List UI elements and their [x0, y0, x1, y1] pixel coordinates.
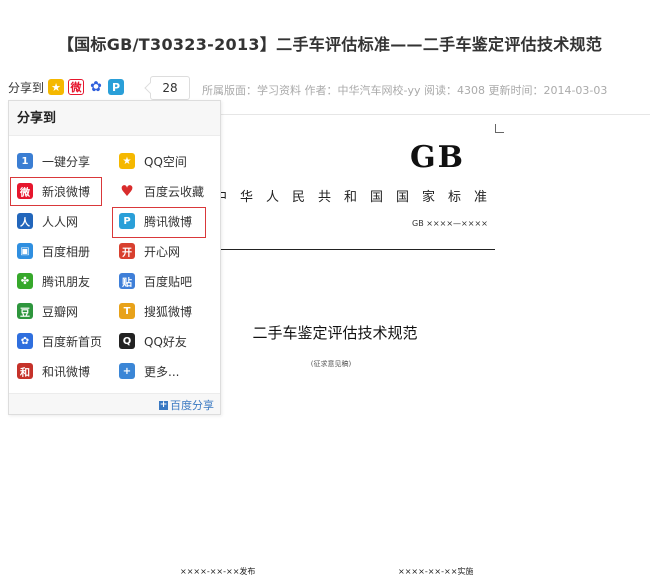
share-item-label: 更多... [144, 364, 180, 379]
share-item-baidu-album[interactable]: ▣ 百度相册 [17, 240, 90, 262]
share-item-kaixin[interactable]: 开开心网 [119, 240, 180, 262]
share-item-heart[interactable]: ♥ 百度云收藏 [119, 180, 204, 202]
share-item-qq-penguin[interactable]: Q QQ好友 [119, 330, 187, 352]
share-item-renren[interactable]: 人人人网 [17, 210, 78, 232]
share-popup: 分享到 1 一键分享微新浪微博人人人网 ▣ 百度相册 ✤ 腾讯朋友豆豆瓣网 ✿ 百度新首页和和… [8, 100, 221, 415]
implement-date: ××××-××-××实施 [398, 567, 474, 576]
article-meta: 所属版面：学习资料 作者：中华汽车网校-yy 阅读：4308 更新时间：2014… [202, 84, 608, 97]
share-item-sohu-weibo[interactable]: T 搜狐微博 [119, 300, 192, 322]
tencent-pengyou-icon: ✤ [17, 273, 33, 289]
popup-header: 分享到 [9, 101, 220, 136]
share-item-label: 一键分享 [42, 154, 91, 169]
highlight-sina-weibo [10, 177, 102, 206]
heart-icon: ♥ [120, 182, 134, 200]
sohu-weibo-icon: T [119, 303, 135, 319]
baidu-share-label: 百度分享 [170, 399, 214, 412]
baidu-icon[interactable]: ✿ [88, 79, 105, 95]
hexun-weibo-icon: 和 [17, 363, 33, 379]
share-item-douban[interactable]: 豆豆瓣网 [17, 300, 78, 322]
plus-icon: + [119, 363, 135, 379]
baidu-share-link[interactable]: + 百度分享 [159, 397, 214, 413]
baidu-album-icon: ▣ [17, 243, 33, 259]
share-item-label: 百度贴吧 [144, 274, 193, 289]
kaixin-icon: 开 [119, 243, 135, 259]
qzone-icon[interactable]: ★ [48, 79, 65, 95]
share-item-label: 百度云收藏 [144, 184, 205, 199]
renren-icon: 人 [17, 213, 33, 229]
share-item-tencent-pengyou[interactable]: ✤ 腾讯朋友 [17, 270, 90, 292]
share-item-qzone[interactable]: ★ QQ空间 [119, 150, 187, 172]
baidu-homepage-icon: ✿ [17, 333, 33, 349]
share-count[interactable]: 28 [150, 76, 190, 100]
share-item-label: QQ空间 [144, 154, 187, 169]
weibo-icon[interactable]: 微 [68, 79, 85, 95]
douban-icon: 豆 [17, 303, 33, 319]
share-item-label: 百度新首页 [42, 334, 103, 349]
share-item-label: 腾讯朋友 [42, 274, 91, 289]
share-item-plus[interactable]: + 更多... [119, 360, 179, 382]
national-standard-text: 中华人民共和国国家标准 [214, 190, 501, 205]
header-rule [218, 249, 495, 250]
standard-number: GB ××××—×××× [412, 219, 488, 228]
share-item-label: 开心网 [144, 244, 181, 259]
qzone-icon: ★ [119, 153, 135, 169]
share-item-baidu-homepage[interactable]: ✿ 百度新首页 [17, 330, 102, 352]
share-item-label: 人人网 [42, 214, 79, 229]
tencent-weibo-icon[interactable]: P [108, 79, 125, 95]
share-label[interactable]: 分享到 [8, 79, 44, 96]
share-bar: 分享到 ★ 微 ✿ P [8, 75, 128, 99]
share-item-hexun-weibo[interactable]: 和和讯微博 [17, 360, 90, 382]
divider [218, 114, 650, 115]
publish-date: ××××-××-××发布 [180, 567, 256, 576]
share-item-label: 百度相册 [42, 244, 91, 259]
page-corner-mark [495, 124, 504, 133]
share-item-one-click-share[interactable]: 1 一键分享 [17, 150, 90, 172]
popup-footer: + 百度分享 [9, 393, 220, 414]
share-item-tieba[interactable]: 贴百度贴吧 [119, 270, 192, 292]
share-item-label: 豆瓣网 [42, 304, 79, 319]
highlight-tencent-weibo [112, 207, 206, 238]
tieba-icon: 贴 [119, 273, 135, 289]
share-item-label: 和讯微博 [42, 364, 91, 379]
one-click-share-icon: 1 [17, 153, 33, 169]
share-item-label: QQ好友 [144, 334, 187, 349]
plus-icon: + [159, 399, 168, 410]
gb-code: GB [410, 140, 465, 175]
share-item-label: 搜狐微博 [144, 304, 193, 319]
article-title: 【国标GB/T30323-2013】二手车评估标准——二手车鉴定评估技术规范 [57, 35, 603, 54]
qq-penguin-icon: Q [119, 333, 135, 349]
